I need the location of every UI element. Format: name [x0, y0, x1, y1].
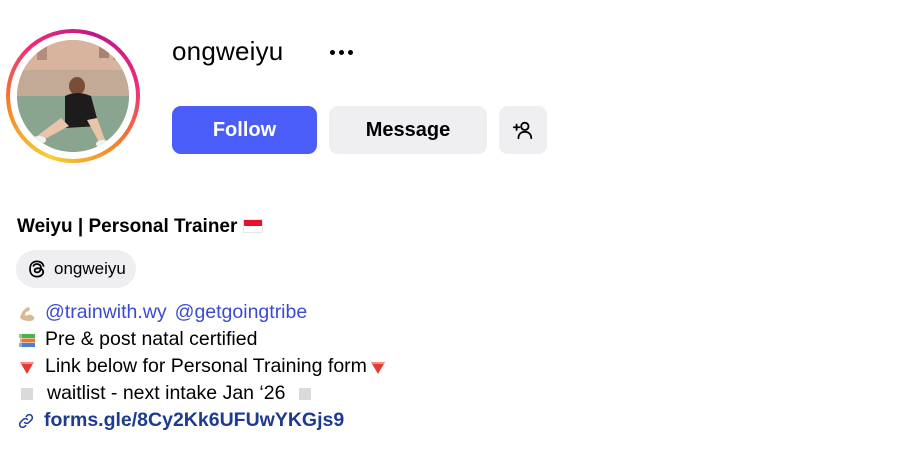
avatar-story-ring[interactable]	[6, 29, 140, 163]
red-triangle-down-icon	[20, 361, 34, 374]
avatar-ring-gap	[10, 33, 136, 159]
avatar[interactable]	[17, 40, 129, 152]
threads-handle: ongweiyu	[54, 259, 126, 278]
books-icon	[19, 333, 35, 347]
link-icon	[18, 413, 34, 428]
threads-profile-link[interactable]: ongweiyu	[16, 250, 136, 288]
red-triangle-down-icon	[370, 361, 385, 374]
add-person-icon	[512, 121, 533, 140]
threads-icon	[29, 260, 45, 278]
suggested-accounts-button[interactable]	[499, 106, 547, 154]
follow-button[interactable]: Follow	[172, 106, 317, 154]
more-icon-dot	[338, 49, 344, 55]
mention-trainwith-wy[interactable]: @trainwith.wy	[45, 299, 167, 326]
waitlist-text: waitlist - next intake Jan ‘26	[47, 382, 286, 404]
external-link[interactable]: forms.gle/8Cy2Kk6UFUwYKGjs9	[44, 407, 344, 434]
white-square-icon	[299, 387, 312, 400]
avatar-image	[17, 40, 129, 152]
singapore-flag-icon	[243, 219, 264, 233]
flexed-biceps-icon	[20, 306, 35, 321]
full-name-text: Weiyu | Personal Trainer	[17, 216, 238, 237]
certification-text: Pre & post natal certified	[45, 328, 258, 350]
bio-line-waitlist: waitlist - next intake Jan ‘26	[17, 380, 388, 407]
more-options-button[interactable]	[322, 38, 360, 66]
bio-line-certification: Pre & post natal certified	[17, 326, 388, 353]
bio-line-link: forms.gle/8Cy2Kk6UFUwYKGjs9	[17, 407, 388, 434]
form-text: Link below for Personal Training form	[45, 355, 367, 377]
profile-username: ongweiyu	[172, 36, 284, 66]
white-square-icon	[21, 387, 33, 400]
more-icon	[329, 49, 335, 55]
bio-line-mentions: @trainwith.wy @getgoingtribe	[17, 299, 388, 326]
profile-full-name: Weiyu | Personal Trainer	[17, 216, 264, 238]
bio-line-form: Link below for Personal Training form	[17, 353, 388, 380]
message-button[interactable]: Message	[329, 106, 487, 154]
more-icon-dot	[347, 49, 353, 55]
mention-getgoingtribe[interactable]: @getgoingtribe	[175, 299, 308, 326]
profile-bio: @trainwith.wy @getgoingtribe Pre & post …	[17, 299, 388, 434]
